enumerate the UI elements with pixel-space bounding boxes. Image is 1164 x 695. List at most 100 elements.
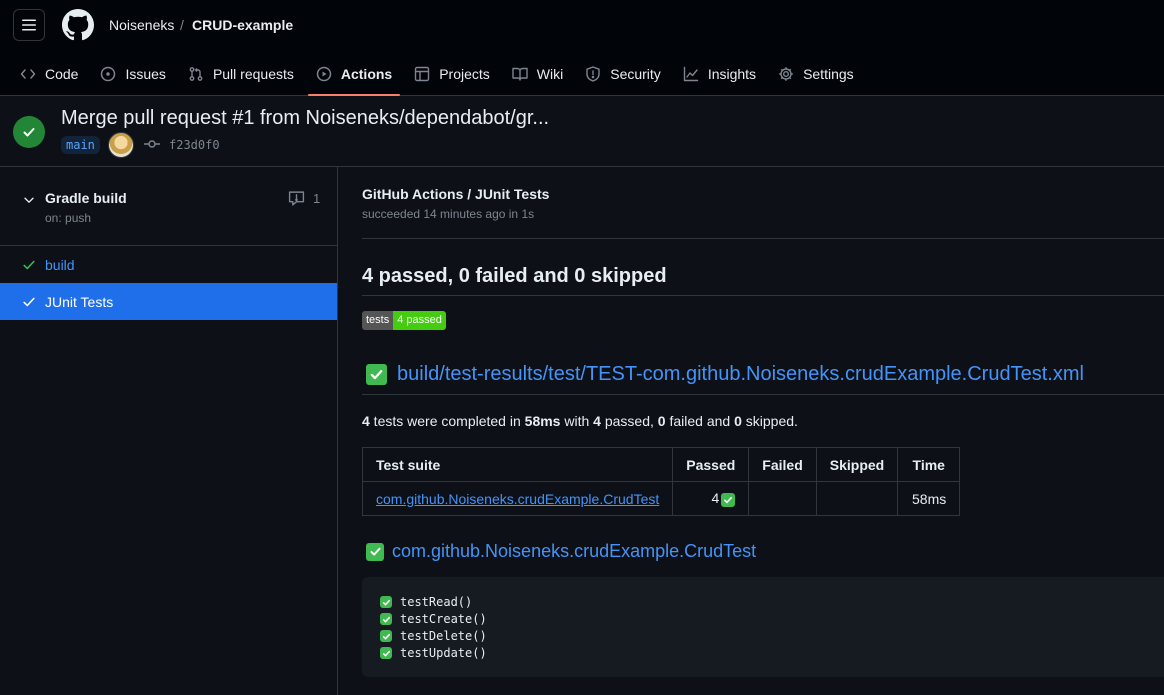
tab-security[interactable]: Security <box>577 52 669 96</box>
failed-cell <box>748 481 817 516</box>
check-icon <box>23 260 35 270</box>
passed-cell: 4 <box>672 481 750 516</box>
skipped-cell <box>815 481 899 516</box>
time-cell: 58ms <box>897 481 961 516</box>
git-commit-icon <box>144 140 160 148</box>
test-item: testRead() <box>380 595 472 609</box>
job-label: build <box>45 257 75 273</box>
passed-value: 4 <box>711 490 720 506</box>
suite-link[interactable]: com.github.Noiseneks.crudExample.CrudTes… <box>361 481 674 516</box>
test-name: testCreate() <box>400 612 487 626</box>
test-file-link[interactable]: build/test-results/test/TEST-com.github.… <box>397 363 1084 386</box>
duration: 58ms <box>524 413 561 429</box>
column-header: Skipped <box>815 447 899 482</box>
badge-value: 4 passed <box>393 311 446 330</box>
job-item-junit-tests[interactable]: JUnit Tests <box>0 283 337 320</box>
test-name: testUpdate() <box>400 646 487 660</box>
tab-actions[interactable]: Actions <box>307 52 401 96</box>
column-header: Failed <box>748 447 817 482</box>
check-mark-icon <box>366 364 387 385</box>
tab-settings-label: Settings <box>803 66 854 82</box>
desc-text: passed, <box>600 413 658 429</box>
global-header: Noiseneks / CRUD-example Code Issues Pul… <box>0 0 1164 96</box>
tab-code-label: Code <box>45 66 79 82</box>
divider <box>362 394 1164 395</box>
run-status-success <box>13 116 45 148</box>
commit-sha[interactable]: f23d0f0 <box>169 138 220 152</box>
tests-count: 4 <box>362 413 370 429</box>
column-header: Passed <box>672 447 750 482</box>
tab-pull-requests[interactable]: Pull requests <box>180 52 302 96</box>
test-name: testDelete() <box>400 629 487 643</box>
play-icon <box>316 66 332 82</box>
chevron-down-icon[interactable] <box>22 193 36 207</box>
failed-count: 0 <box>657 413 666 429</box>
skipped-count: 0 <box>734 413 742 429</box>
results-table: Test suite Passed Failed Skipped Time co… <box>361 447 961 516</box>
check-icon <box>23 297 35 307</box>
tests-badge: tests 4 passed <box>362 311 446 330</box>
job-label: JUnit Tests <box>45 294 114 310</box>
test-file-heading: build/test-results/test/TEST-com.github.… <box>366 363 1084 386</box>
check-mark-icon <box>721 493 736 507</box>
comment-icon <box>288 191 305 206</box>
annotations-count: 1 <box>313 191 321 206</box>
hamburger-icon <box>22 19 36 31</box>
test-item: testDelete() <box>380 629 487 643</box>
table-icon <box>415 66 430 82</box>
desc-text: failed and <box>665 413 735 429</box>
run-header: Merge pull request #1 from Noiseneks/dep… <box>0 96 1164 167</box>
summary-heading: 4 passed, 0 failed and 0 skipped <box>362 265 667 287</box>
breadcrumb-repo[interactable]: CRUD-example <box>192 17 293 33</box>
book-icon <box>512 67 528 81</box>
graph-icon <box>683 66 699 82</box>
tab-pull-requests-label: Pull requests <box>212 66 294 82</box>
breadcrumb-separator: / <box>180 17 184 33</box>
check-mark-icon <box>366 542 384 561</box>
desc-text: skipped. <box>741 413 798 429</box>
divider <box>362 238 1164 239</box>
avatar[interactable] <box>108 132 134 158</box>
breadcrumb-owner[interactable]: Noiseneks <box>109 17 174 33</box>
check-mark-icon <box>380 630 392 642</box>
badge-label: tests <box>362 311 394 330</box>
tab-issues[interactable]: Issues <box>92 52 173 96</box>
test-item: testCreate() <box>380 612 487 626</box>
table-row: com.github.Noiseneks.crudExample.CrudTes… <box>361 481 961 516</box>
check-icon <box>23 128 35 137</box>
results-description: 4 tests were completed in 58ms with 4 pa… <box>362 413 798 429</box>
branch-label[interactable]: main <box>61 136 100 154</box>
tab-projects[interactable]: Projects <box>406 52 498 96</box>
github-logo-icon[interactable] <box>62 9 94 41</box>
passed-count: 4 <box>593 413 601 429</box>
check-run-panel: GitHub Actions / JUnit Tests succeeded 1… <box>338 167 1164 695</box>
tab-wiki[interactable]: Wiki <box>504 52 571 96</box>
divider <box>362 295 1164 296</box>
check-mark-icon <box>380 647 392 659</box>
tab-insights[interactable]: Insights <box>675 52 764 96</box>
workflow-trigger: on: push <box>45 211 92 225</box>
jobs-sidebar: Gradle build on: push 1 build JUnit Test… <box>0 167 338 695</box>
tab-settings[interactable]: Settings <box>770 52 862 96</box>
table-header-row: Test suite Passed Failed Skipped Time <box>361 447 961 482</box>
suite-heading-link[interactable]: com.github.Noiseneks.crudExample.CrudTes… <box>392 541 756 562</box>
menu-button[interactable] <box>13 9 45 41</box>
suite-heading: com.github.Noiseneks.crudExample.CrudTes… <box>366 541 756 562</box>
repo-nav: Code Issues Pull requests Actions Projec… <box>12 52 868 96</box>
shield-icon <box>586 66 600 82</box>
git-pull-request-icon <box>189 67 203 81</box>
check-title: GitHub Actions / JUnit Tests <box>362 186 550 202</box>
run-title: Merge pull request #1 from Noiseneks/dep… <box>61 107 550 129</box>
tab-code[interactable]: Code <box>12 52 86 96</box>
check-mark-icon <box>380 613 392 625</box>
workflow-summary[interactable]: Gradle build on: push 1 <box>0 167 337 246</box>
check-mark-icon <box>380 596 392 608</box>
workflow-name[interactable]: Gradle build <box>45 190 127 206</box>
desc-text: with <box>560 413 594 429</box>
gear-icon <box>779 67 793 81</box>
tab-wiki-label: Wiki <box>536 66 564 82</box>
check-subtitle: succeeded 14 minutes ago in 1s <box>362 207 535 221</box>
tab-issues-label: Issues <box>125 66 166 82</box>
test-name: testRead() <box>400 595 473 609</box>
job-item-build[interactable]: build <box>0 246 337 283</box>
